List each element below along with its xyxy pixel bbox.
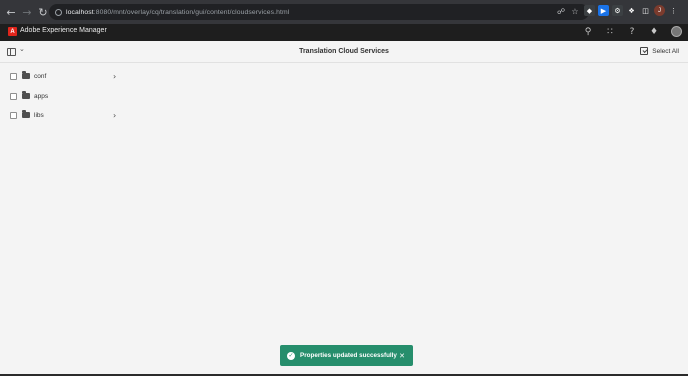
reload-button[interactable]: ↻ xyxy=(36,5,50,19)
adobe-logo-glyph: A xyxy=(10,28,15,35)
url-text: localhost:8080/mnt/overlay/cq/translatio… xyxy=(66,9,289,16)
bookmark-star-icon[interactable]: ☆ xyxy=(569,7,581,16)
select-all-label: Select All xyxy=(652,47,679,55)
reload-icon: ↻ xyxy=(38,5,48,19)
page-title: Translation Cloud Services xyxy=(299,48,389,55)
folder-icon xyxy=(22,91,30,99)
close-icon[interactable]: ✕ xyxy=(399,352,405,360)
user-avatar[interactable] xyxy=(671,26,682,37)
chevron-right-icon[interactable]: › xyxy=(113,111,116,120)
address-bar[interactable]: localhost:8080/mnt/overlay/cq/translatio… xyxy=(49,4,589,20)
back-button[interactable]: ← xyxy=(4,5,18,19)
extension-gear-icon[interactable]: ⚙ xyxy=(612,5,623,16)
item-label: conf xyxy=(34,72,47,80)
address-bar-actions: ☍ ☆ xyxy=(555,7,581,16)
item-checkbox[interactable] xyxy=(10,92,17,100)
browser-toolbar: ← → ↻ localhost:8080/mnt/overlay/cq/tran… xyxy=(0,0,688,24)
arrow-right-icon: → xyxy=(22,5,32,19)
side-panel-icon[interactable]: ◫ xyxy=(640,5,651,16)
product-name[interactable]: Adobe Experience Manager xyxy=(20,27,107,34)
select-all-icon xyxy=(640,47,649,55)
action-bar: ⌄ Translation Cloud Services Select All xyxy=(0,41,688,63)
extension-shield-icon[interactable]: ◆ xyxy=(584,5,595,16)
list-item-libs[interactable]: libs › xyxy=(0,106,130,124)
kebab-menu-icon[interactable]: ⋮ xyxy=(668,5,679,16)
aem-global-nav: A Adobe Experience Manager ⚲ ∷ ? ♦ xyxy=(0,24,688,41)
url-host: localhost xyxy=(66,8,94,16)
chevron-right-icon[interactable]: › xyxy=(113,72,116,81)
notifications-bell-icon[interactable]: ♦ xyxy=(649,27,659,37)
extensions-bar: ◆ ▶ ⚙ ❖ ◫ J ⋮ xyxy=(584,5,679,16)
item-label: apps xyxy=(34,92,49,100)
aem-nav-icons: ⚲ ∷ ? ♦ xyxy=(583,26,682,37)
forward-button[interactable]: → xyxy=(20,5,34,19)
search-icon[interactable]: ⚲ xyxy=(583,27,593,37)
folder-icon xyxy=(22,110,30,118)
profile-avatar[interactable]: J xyxy=(654,5,665,16)
puzzle-icon[interactable]: ❖ xyxy=(626,5,637,16)
item-checkbox[interactable] xyxy=(10,72,17,80)
list-item-conf[interactable]: conf › xyxy=(0,67,130,85)
extension-arrow-icon[interactable]: ▶ xyxy=(598,5,609,16)
help-icon[interactable]: ? xyxy=(627,27,637,37)
success-toast: ✓ Properties updated successfully ✕ xyxy=(280,345,413,366)
site-info-icon[interactable] xyxy=(55,8,62,16)
url-path: :8080/mnt/overlay/cq/translation/gui/con… xyxy=(93,8,290,16)
checkmark-circle-icon: ✓ xyxy=(287,351,295,360)
item-checkbox[interactable] xyxy=(10,111,17,119)
solutions-grid-icon[interactable]: ∷ xyxy=(605,27,615,37)
select-all-button[interactable]: Select All xyxy=(640,47,679,55)
arrow-left-icon: ← xyxy=(6,5,16,19)
adobe-logo-icon[interactable]: A xyxy=(8,27,17,36)
share-icon[interactable]: ☍ xyxy=(555,7,567,16)
folder-icon xyxy=(22,71,30,79)
item-label: libs xyxy=(34,111,44,119)
toast-message: Properties updated successfully xyxy=(300,352,397,359)
list-item-apps[interactable]: apps xyxy=(0,87,130,105)
